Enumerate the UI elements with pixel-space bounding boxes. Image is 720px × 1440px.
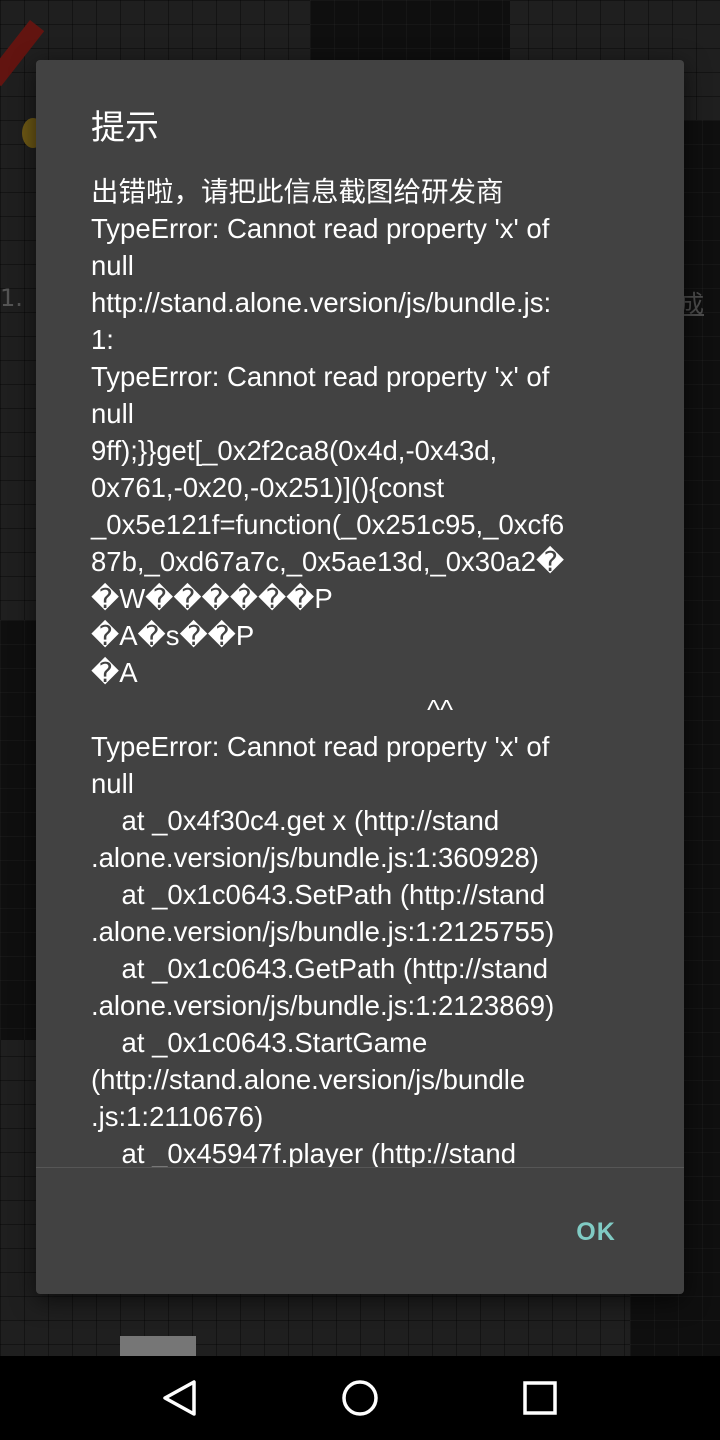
dialog-title: 提示 (91, 108, 159, 148)
error-message: 出错啦，请把此信息截图给研发商 TypeError: Cannot read p… (91, 176, 565, 1167)
screen: 1. 成 提示 出错啦，请把此信息截图给研发商 TypeError: Canno… (0, 0, 720, 1440)
navigation-bar (0, 1356, 720, 1440)
back-icon (163, 1380, 196, 1416)
home-button[interactable] (310, 1356, 410, 1440)
ok-button[interactable]: OK (546, 1206, 646, 1258)
dialog-divider (36, 1167, 684, 1168)
recents-icon (523, 1381, 557, 1415)
error-dialog: 提示 出错啦，请把此信息截图给研发商 TypeError: Cannot rea… (36, 60, 684, 1294)
home-icon (342, 1380, 378, 1416)
back-button[interactable] (130, 1356, 230, 1440)
message-scroll-area[interactable]: 出错啦，请把此信息截图给研发商 TypeError: Cannot read p… (36, 173, 684, 1167)
recents-button[interactable] (490, 1356, 590, 1440)
